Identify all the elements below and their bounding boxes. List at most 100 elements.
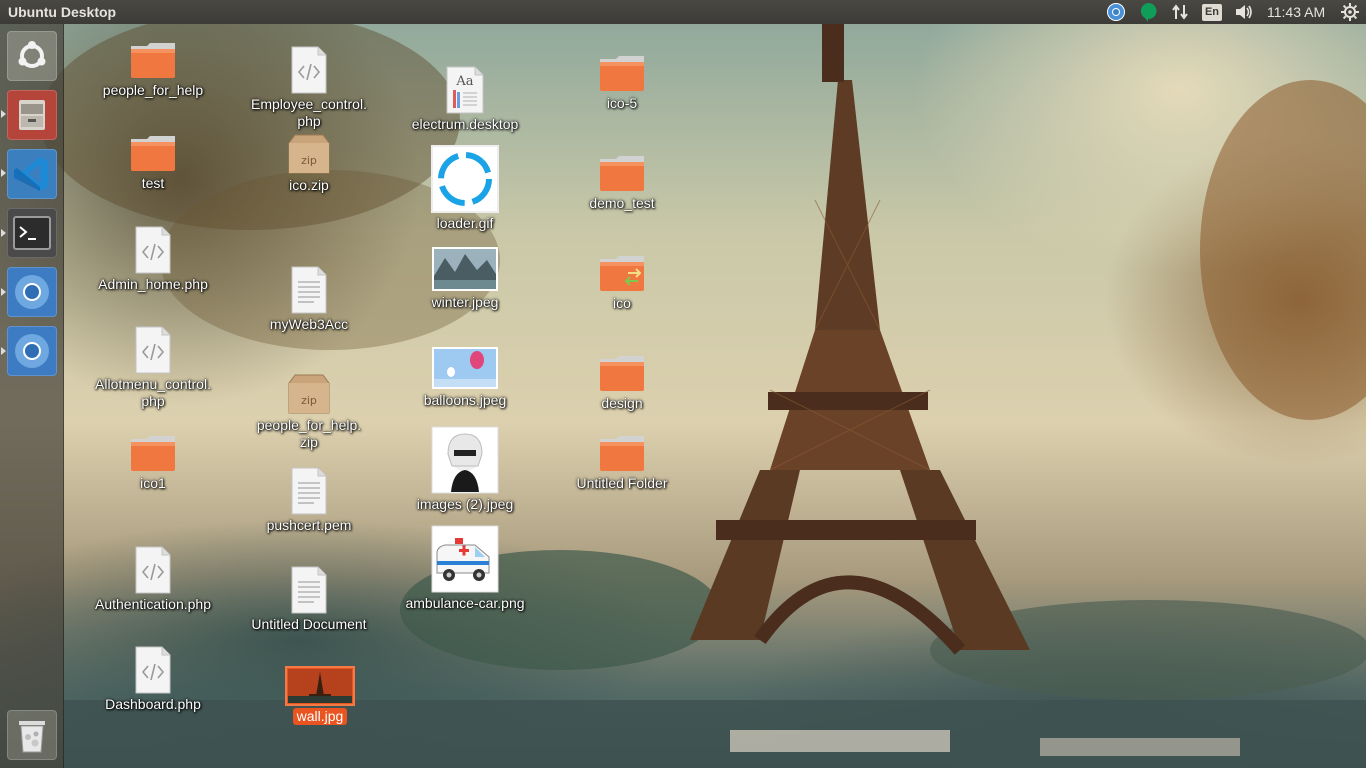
keyboard-layout-icon[interactable]: En — [1200, 2, 1224, 22]
volume-icon[interactable] — [1232, 2, 1256, 22]
desktop-icon-folder[interactable]: test — [83, 133, 223, 192]
top-panel: Ubuntu Desktop En 11:43 AM — [0, 0, 1366, 24]
desktop-icon-php-file[interactable]: Dashboard.php — [83, 646, 223, 713]
zip-badge: zip — [301, 154, 317, 167]
desktop-icon-label: wall.jpg — [292, 708, 348, 725]
code-file-icon — [135, 546, 171, 594]
launcher-terminal[interactable] — [7, 208, 57, 258]
text-file-icon — [291, 566, 327, 614]
folder-icon — [131, 43, 175, 78]
desktop-icon-folder[interactable]: design — [552, 353, 692, 412]
desktop-icon-php-file[interactable]: Employee_control. php — [239, 46, 379, 130]
desktop-icon-gif-image[interactable]: loader.gif — [395, 145, 535, 232]
desktop-icon-folder[interactable]: Untitled Folder — [552, 433, 692, 492]
launcher-vscode[interactable] — [7, 149, 57, 199]
ambulance-image-thumbnail — [431, 525, 499, 593]
desktop-icon-label: myWeb3Acc — [269, 316, 349, 332]
desktop-icon-label: images (2).jpeg — [416, 496, 514, 512]
shared-folder-icon — [600, 256, 644, 291]
font-file-icon: Aa — [446, 66, 484, 114]
running-indicator — [1, 169, 6, 177]
trash-icon — [19, 721, 45, 753]
desktop-icon-zip-archive[interactable]: zip people_for_help. zip — [239, 373, 379, 451]
desktop-icon-jpeg-image[interactable]: balloons.jpeg — [395, 346, 535, 409]
vscode-icon — [14, 157, 48, 191]
desktop-icon-label: electrum.desktop — [411, 116, 519, 132]
launcher-trash[interactable] — [7, 710, 57, 760]
ubuntu-logo-icon — [18, 41, 46, 68]
loader-gif-thumbnail — [431, 145, 499, 213]
desktop-icon-wall-image-selected[interactable]: wall.jpg — [250, 666, 390, 725]
network-icon[interactable] — [1169, 2, 1191, 22]
winter-image-thumbnail — [432, 247, 498, 291]
chromium-icon — [15, 334, 49, 368]
launcher-chromium-1[interactable] — [7, 267, 57, 317]
desktop-icon-label: pushcert.pem — [266, 517, 352, 533]
chromium-icon — [15, 275, 49, 309]
desktop-icon-folder[interactable]: ico-5 — [552, 53, 692, 112]
running-indicator — [1, 288, 6, 296]
desktop-icon-png-image[interactable]: ambulance-car.png — [395, 525, 535, 612]
desktop-icon-php-file[interactable]: Admin_home.php — [83, 226, 223, 293]
keyboard-layout-label: En — [1202, 3, 1222, 21]
desktop-icon-folder[interactable]: people_for_help — [83, 40, 223, 99]
desktop-icon-zip-archive[interactable]: zip ico.zip — [239, 133, 379, 194]
folder-icon — [600, 356, 644, 391]
code-file-icon — [291, 46, 327, 94]
desktop-icon-label: design — [601, 395, 643, 411]
desktop-icon-shared-folder[interactable]: ico — [552, 253, 692, 312]
desktop-icon-text-file[interactable]: Untitled Document — [239, 566, 379, 633]
panel-title: Ubuntu Desktop — [8, 4, 117, 20]
folder-icon — [131, 136, 175, 171]
wall-image-thumbnail — [285, 666, 355, 706]
desktop-icon-font-file[interactable]: Aa electrum.desktop — [395, 66, 535, 133]
desktop-icon-label: demo_test — [589, 195, 655, 211]
anime-portrait-thumbnail — [431, 426, 499, 494]
text-file-icon — [291, 467, 327, 515]
hangouts-tray-icon[interactable] — [1137, 2, 1161, 22]
chrome-tray-icon[interactable] — [1104, 2, 1128, 22]
desktop-icon-label: ico1 — [140, 475, 166, 491]
launcher — [0, 24, 64, 768]
launcher-files[interactable] — [7, 90, 57, 140]
panel-clock[interactable]: 11:43 AM — [1267, 4, 1325, 20]
settings-gear-icon[interactable] — [1338, 2, 1362, 22]
desktop-icon-label: Allotmenu_control. php — [95, 376, 211, 409]
folder-icon — [600, 436, 644, 471]
zip-badge: zip — [301, 394, 317, 407]
desktop-icon-label: ico-5 — [606, 95, 638, 111]
desktop-icon-text-file[interactable]: myWeb3Acc — [239, 266, 379, 333]
desktop-icon-jpeg-image[interactable]: images (2).jpeg — [395, 426, 535, 513]
desktop-icon-folder[interactable]: ico1 — [83, 433, 223, 492]
desktop-icon-text-file[interactable]: pushcert.pem — [239, 467, 379, 534]
folder-icon — [600, 156, 644, 191]
zip-archive-icon: zip — [288, 134, 330, 174]
launcher-chromium-2[interactable] — [7, 326, 57, 376]
desktop-icon-php-file[interactable]: Authentication.php — [83, 546, 223, 613]
desktop-icon-label: Employee_control. php — [251, 96, 367, 129]
desktop-icon-label: people_for_help. zip — [256, 417, 362, 450]
desktop-icon-label: winter.jpeg — [431, 294, 499, 310]
desktop-icon-jpeg-image[interactable]: winter.jpeg — [395, 246, 535, 311]
desktop-icon-label: Authentication.php — [95, 596, 211, 612]
font-preview: Aa — [455, 74, 473, 89]
running-indicator — [1, 347, 6, 355]
desktop-icon-php-file[interactable]: Allotmenu_control. php — [83, 326, 223, 410]
desktop-icon-folder[interactable]: demo_test — [552, 153, 692, 212]
text-file-icon — [291, 266, 327, 314]
code-file-icon — [135, 226, 171, 274]
code-file-icon — [135, 326, 171, 374]
terminal-icon — [13, 216, 51, 250]
code-file-icon — [135, 646, 171, 694]
folder-icon — [131, 436, 175, 471]
desktop-icon-label: test — [141, 175, 165, 191]
desktop-icon-label: Dashboard.php — [105, 696, 201, 712]
desktop-icon-label: people_for_help — [102, 82, 204, 98]
ubuntu-dash-button[interactable] — [7, 31, 57, 81]
balloons-image-thumbnail — [432, 347, 498, 389]
desktop-icon-label: Untitled Folder — [576, 475, 668, 491]
desktop-icon-label: ambulance-car.png — [405, 595, 525, 611]
desktop-icon-label: balloons.jpeg — [423, 392, 507, 408]
running-indicator — [1, 229, 6, 237]
desktop-icon-label: Admin_home.php — [98, 276, 208, 292]
